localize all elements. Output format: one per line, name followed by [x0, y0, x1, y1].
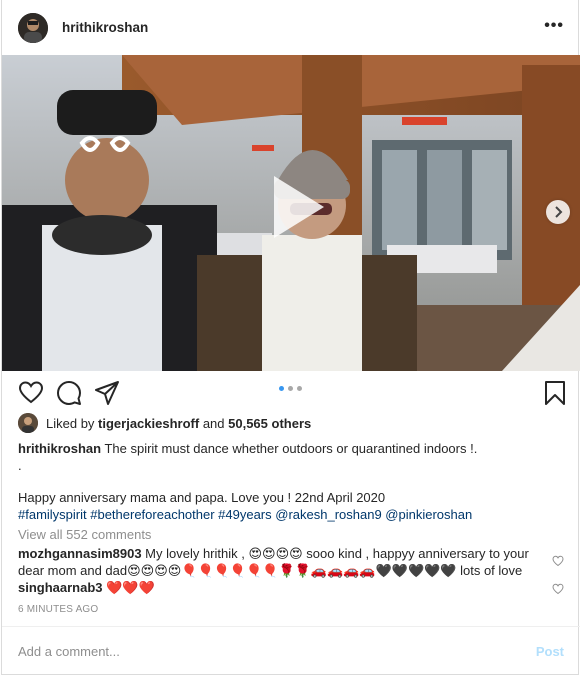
- caption-line3: Happy anniversary mama and papa. Love yo…: [18, 490, 386, 505]
- comment-like-icon[interactable]: [552, 555, 564, 567]
- more-options-icon[interactable]: •••: [544, 17, 564, 35]
- carousel-dot: [279, 386, 284, 391]
- play-icon[interactable]: [262, 172, 332, 242]
- likes-count[interactable]: 50,565 others: [228, 416, 311, 431]
- instagram-post: hrithikroshan ••• Liked by tigerjackiesh…: [1, 0, 580, 675]
- caption: hrithikroshan The spirit must dance whet…: [18, 441, 566, 523]
- post-header: hrithikroshan •••: [2, 0, 580, 55]
- add-comment-bar: Add a comment... Post: [2, 626, 580, 675]
- action-bar: [2, 372, 580, 412]
- carousel-dot: [297, 386, 302, 391]
- caption-line2: .: [18, 457, 22, 473]
- comment-text: ❤️❤️❤️: [102, 580, 155, 595]
- chevron-right-icon: [555, 206, 563, 218]
- likes-summary: Liked by tigerjackieshroff and 50,565 ot…: [18, 413, 311, 433]
- comment-item: mozhgannasim8903 My lovely hrithik , 😍😍😍…: [18, 546, 548, 579]
- post-timestamp[interactable]: 6 MINUTES AGO: [18, 604, 98, 615]
- carousel-indicator: [279, 386, 302, 391]
- bookmark-icon[interactable]: [542, 380, 568, 406]
- likes-middle: and: [199, 415, 229, 431]
- post-media[interactable]: [2, 55, 580, 371]
- caption-line1: The spirit must dance whether outdoors o…: [101, 441, 478, 456]
- comment-username[interactable]: singhaarnab3: [18, 580, 103, 595]
- add-comment-input[interactable]: Add a comment...: [18, 644, 120, 659]
- view-all-comments-link[interactable]: View all 552 comments: [18, 527, 151, 542]
- comment-item: singhaarnab3 ❤️❤️❤️: [18, 580, 548, 597]
- share-icon[interactable]: [94, 380, 120, 406]
- like-heart-icon[interactable]: [18, 380, 44, 406]
- avatar[interactable]: [18, 13, 48, 43]
- liker-avatar[interactable]: [18, 413, 38, 433]
- carousel-dot: [288, 386, 293, 391]
- comment-icon[interactable]: [56, 380, 82, 406]
- post-comment-button[interactable]: Post: [536, 644, 564, 659]
- comment-like-icon[interactable]: [552, 583, 564, 595]
- next-slide-button[interactable]: [546, 200, 570, 224]
- username[interactable]: hrithikroshan: [62, 20, 148, 35]
- caption-hashtags[interactable]: #familyspirit #betherefore­achother #49y…: [18, 507, 566, 524]
- comment-username[interactable]: mozhgannasim8903: [18, 546, 142, 561]
- likes-prefix: Liked by: [46, 415, 99, 431]
- liker-username[interactable]: tigerjackieshroff: [98, 416, 199, 431]
- caption-username[interactable]: hrithikroshan: [18, 441, 101, 456]
